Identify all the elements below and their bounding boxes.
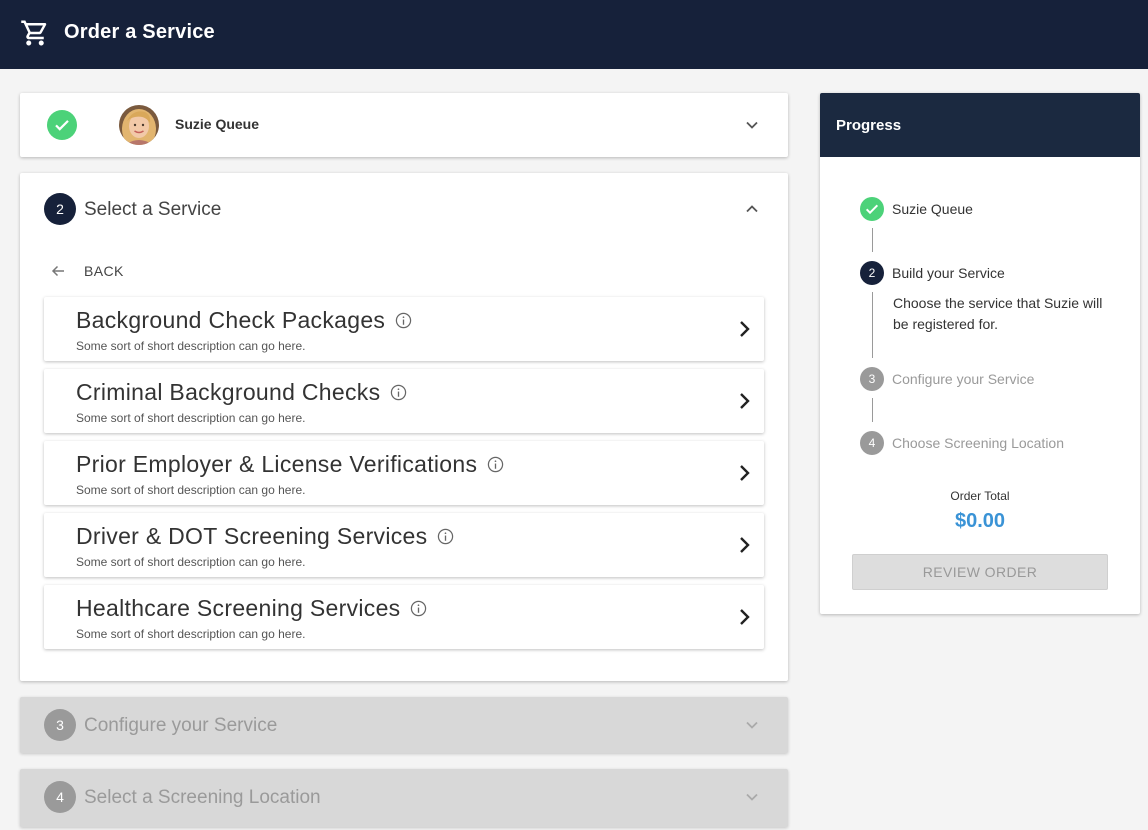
- service-description: Some sort of short description can go he…: [76, 483, 306, 497]
- info-icon[interactable]: [390, 384, 407, 401]
- service-item-prior-employer-license-verifications[interactable]: Prior Employer & License Verifications S…: [44, 441, 764, 505]
- progress-step-2-description: Choose the service that Suzie will be re…: [893, 295, 1103, 332]
- service-description: Some sort of short description can go he…: [76, 339, 306, 353]
- info-icon[interactable]: [410, 600, 427, 617]
- progress-connector: [872, 292, 873, 358]
- step-2-panel: 2 Select a Service BACK Background Check…: [20, 173, 788, 681]
- progress-step-3-label: Configure your Service: [892, 371, 1035, 387]
- service-title: Driver & DOT Screening Services: [76, 523, 428, 549]
- progress-panel: Progress Suzie Queue 2 Build your Servic…: [820, 93, 1140, 614]
- step-3-number: 3: [44, 709, 76, 741]
- progress-title: Progress: [836, 117, 902, 134]
- progress-step-4-label: Choose Screening Location: [892, 435, 1065, 451]
- progress-step-1-label: Suzie Queue: [892, 201, 973, 217]
- step-4-number: 4: [44, 781, 76, 813]
- service-description: Some sort of short description can go he…: [76, 555, 306, 569]
- chevron-up-icon[interactable]: [745, 202, 759, 216]
- service-title: Background Check Packages: [76, 307, 386, 333]
- info-icon[interactable]: [437, 528, 454, 545]
- order-total-label: Order Total: [950, 489, 1010, 503]
- info-icon[interactable]: [487, 456, 504, 473]
- avatar: [119, 105, 159, 145]
- order-total-value: $0.00: [954, 510, 1006, 532]
- review-order-button[interactable]: REVIEW ORDER: [852, 554, 1108, 590]
- chevron-right-icon: [740, 537, 750, 553]
- step-1-panel[interactable]: Suzie Queue: [20, 93, 788, 157]
- progress-header: Progress: [820, 93, 1140, 157]
- step-1-name: Suzie Queue: [175, 116, 260, 132]
- progress-step-2-label: Build your Service: [892, 265, 1005, 281]
- step-3-title: Configure your Service: [84, 715, 278, 736]
- step-2-title: Select a Service: [84, 199, 222, 220]
- chevron-right-icon: [740, 321, 750, 337]
- progress-connector: [872, 398, 873, 422]
- service-title: Healthcare Screening Services: [76, 595, 401, 621]
- page-title: Order a Service: [64, 21, 215, 43]
- service-title: Prior Employer & License Verifications: [76, 451, 478, 477]
- step-4-panel: 4 Select a Screening Location: [20, 769, 788, 827]
- progress-step-3-number: 3: [860, 367, 884, 391]
- chevron-down-icon: [746, 721, 758, 729]
- chevron-right-icon: [740, 609, 750, 625]
- check-icon: [860, 197, 884, 221]
- step-4-title: Select a Screening Location: [84, 787, 321, 808]
- back-label: BACK: [84, 263, 124, 279]
- progress-connector: [872, 228, 873, 252]
- info-icon[interactable]: [395, 312, 412, 329]
- step-3-panel: 3 Configure your Service: [20, 697, 788, 753]
- chevron-right-icon: [740, 465, 750, 481]
- back-button[interactable]: BACK: [50, 261, 124, 281]
- cart-icon: [21, 20, 47, 46]
- service-item-background-check-packages[interactable]: Background Check Packages Some sort of s…: [44, 297, 764, 361]
- chevron-down-icon[interactable]: [745, 118, 759, 132]
- step-2-number: 2: [44, 193, 76, 225]
- progress-step-4-number: 4: [860, 431, 884, 455]
- app-header: Order a Service: [0, 0, 1148, 69]
- progress-step-2-number: 2: [860, 261, 884, 285]
- service-item-driver-dot-screening-services[interactable]: Driver & DOT Screening Services Some sor…: [44, 513, 764, 577]
- check-icon: [47, 110, 77, 140]
- arrow-left-icon: [51, 265, 64, 277]
- service-item-criminal-background-checks[interactable]: Criminal Background Checks Some sort of …: [44, 369, 764, 433]
- service-description: Some sort of short description can go he…: [76, 627, 306, 641]
- service-item-healthcare-screening-services[interactable]: Healthcare Screening Services Some sort …: [44, 585, 764, 649]
- chevron-down-icon: [746, 793, 758, 801]
- service-description: Some sort of short description can go he…: [76, 411, 306, 425]
- chevron-right-icon: [740, 393, 750, 409]
- service-title: Criminal Background Checks: [76, 379, 381, 405]
